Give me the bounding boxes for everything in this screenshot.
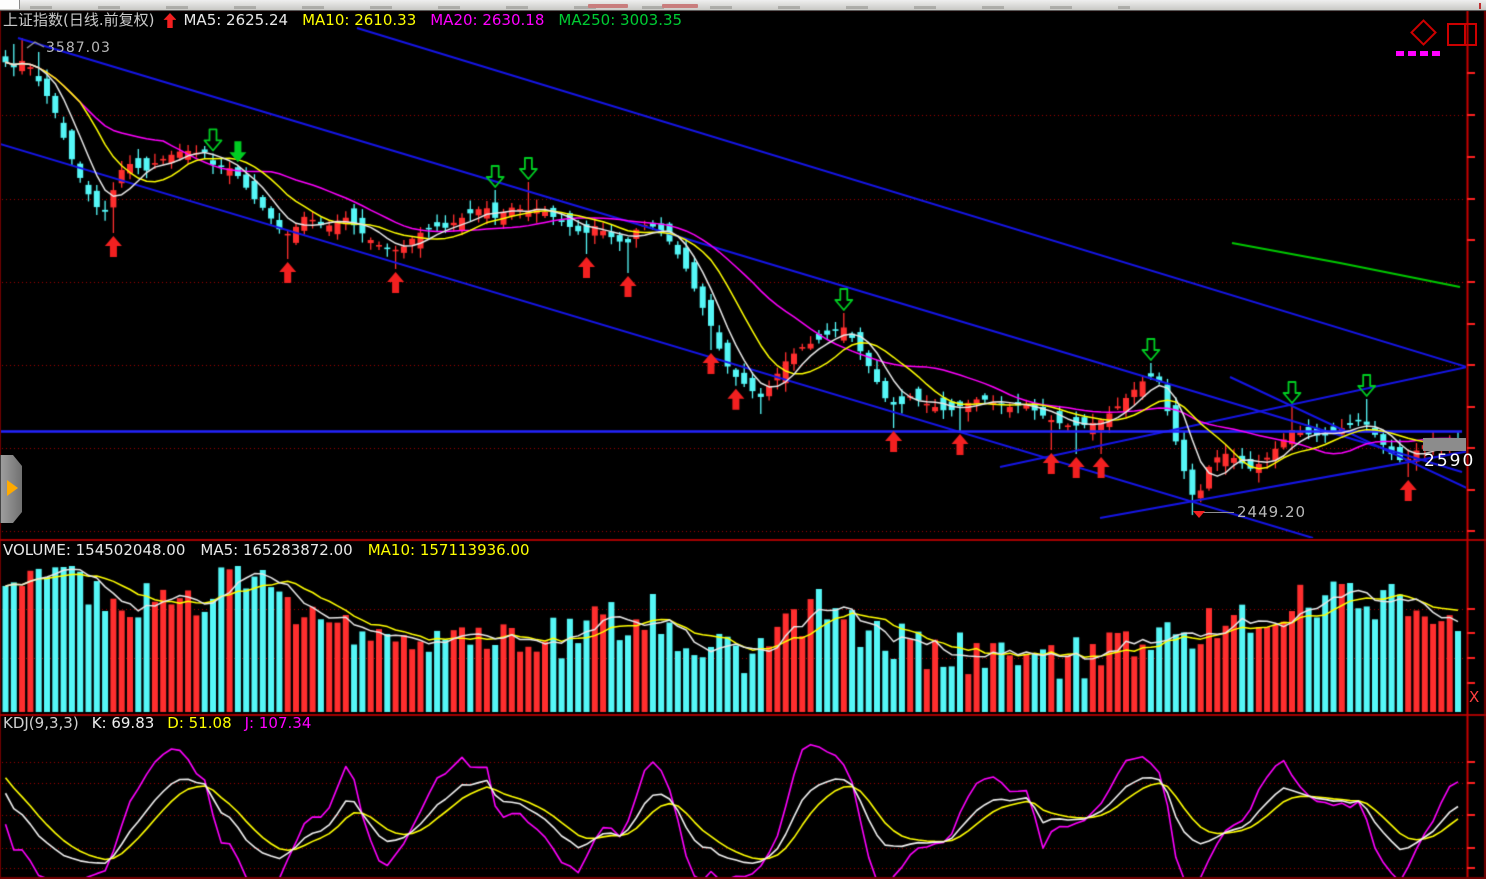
toolbar-red-remnant-2 <box>662 4 698 8</box>
kdj-k-value: K: 69.83 <box>92 715 155 732</box>
trading-terminal: 上证指数(日线.前复权) MA5: 2625.24 MA10: 2610.33 … <box>0 0 1486 879</box>
toolbar-white-chip <box>0 0 20 9</box>
toolbar-red-remnant-1 <box>588 4 628 8</box>
diamond-icon[interactable] <box>1410 19 1437 46</box>
volume-ma5-value: MA5: 165283872.00 <box>200 542 352 559</box>
kdj-header: KDJ(9,3,3) K: 69.83 D: 51.08 J: 107.34 <box>3 715 311 732</box>
dashed-line-icon[interactable] <box>1396 51 1444 56</box>
kdj-d-value: D: 51.08 <box>167 715 231 732</box>
toolbar-corner-mark <box>1479 3 1481 9</box>
main-chart-header: 上证指数(日线.前复权) MA5: 2625.24 MA10: 2610.33 … <box>3 11 682 30</box>
chart-canvas[interactable] <box>0 0 1486 879</box>
ma10-value: MA10: 2610.33 <box>302 11 416 30</box>
last-price-label: 2590 <box>1424 451 1475 471</box>
kdj-j-value: J: 107.34 <box>245 715 312 732</box>
volume-value: VOLUME: 154502048.00 <box>3 542 185 559</box>
peak-price-label: 3587.03 <box>46 40 111 56</box>
ma250-value: MA250: 3003.35 <box>558 11 682 30</box>
last-price-tag <box>1423 438 1466 451</box>
trough-pointer-line <box>1201 512 1234 513</box>
volume-header: VOLUME: 154502048.00 MA5: 165283872.00 M… <box>3 542 530 559</box>
ma20-value: MA20: 2630.18 <box>430 11 544 30</box>
split-window-icon[interactable] <box>1447 23 1477 46</box>
index-title: 上证指数(日线.前复权) <box>3 11 154 30</box>
kdj-title: KDJ(9,3,3) <box>3 715 79 732</box>
ma5-value: MA5: 2625.24 <box>183 11 288 30</box>
x-axis-label: X <box>1469 688 1479 706</box>
toolbar-text-remnants <box>30 6 1130 9</box>
trough-marker-icon <box>1193 511 1205 518</box>
drawing-tools <box>1396 20 1480 58</box>
sidebar-expand-handle[interactable] <box>0 455 23 523</box>
volume-ma10-value: MA10: 157113936.00 <box>368 542 530 559</box>
up-arrow-icon <box>163 13 176 28</box>
toolbar-strip <box>0 0 1486 11</box>
trough-price-label: 2449.20 <box>1237 503 1306 521</box>
expand-arrow-icon <box>7 480 18 496</box>
